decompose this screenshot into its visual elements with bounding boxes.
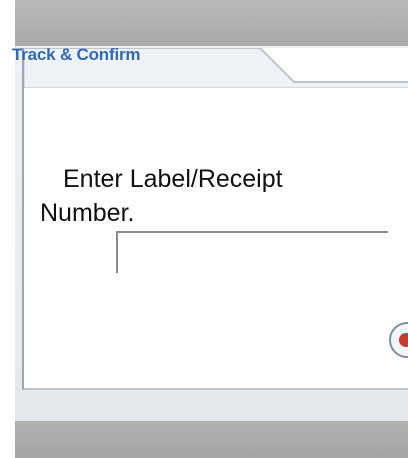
- bottom-bar: [15, 421, 408, 458]
- go-icon: [399, 333, 408, 347]
- label-prompt: Enter Label/Receipt Number.: [40, 162, 370, 230]
- tab-track-confirm[interactable]: Track & Confirm: [12, 45, 141, 65]
- receipt-number-input[interactable]: [116, 231, 388, 273]
- prompt-line-1: Enter Label/Receipt: [63, 165, 283, 193]
- top-bar: [15, 0, 408, 46]
- prompt-line-2: Number.: [40, 199, 135, 227]
